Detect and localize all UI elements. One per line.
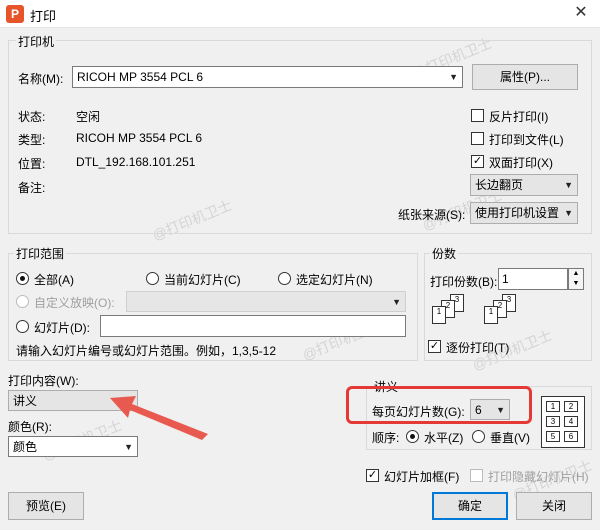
- preview-cell: 1: [546, 401, 560, 412]
- preview-cell: 2: [564, 401, 578, 412]
- close-button[interactable]: 关闭: [516, 492, 592, 520]
- preview-cell: 5: [546, 431, 560, 442]
- custom-show-select[interactable]: ▼: [126, 291, 406, 312]
- reverse-print-checkbox[interactable]: [471, 109, 484, 122]
- range-hint: 请输入幻灯片编号或幻灯片范围。例如，1,3,5-12: [16, 344, 277, 358]
- type-label: 类型:: [18, 133, 46, 147]
- title-bar: P 打印 ✕: [0, 0, 600, 28]
- order-label: 顺序:: [372, 431, 400, 445]
- per-page-value: 6: [475, 403, 482, 417]
- page-icon: 1: [432, 306, 446, 324]
- chevron-down-icon: ▼: [449, 72, 458, 82]
- color-value: 颜色: [13, 440, 38, 454]
- wps-app-icon: P: [6, 5, 24, 23]
- location-label: 位置:: [18, 157, 46, 171]
- printer-name-value: RICOH MP 3554 PCL 6: [77, 70, 204, 84]
- duplex-checkbox[interactable]: ✓: [471, 155, 484, 168]
- window-title: 打印: [30, 9, 57, 24]
- print-to-file-checkbox[interactable]: [471, 132, 484, 145]
- handout-layout-preview: 1 2 3 4 5 6: [541, 396, 585, 448]
- collate-icon: 3 2 1: [482, 294, 526, 328]
- copies-spinner[interactable]: ▲ ▼: [568, 268, 584, 290]
- paper-source-label: 纸张来源(S):: [398, 208, 466, 222]
- preview-cell: 6: [564, 431, 578, 442]
- per-page-select[interactable]: 6 ▼: [470, 399, 510, 420]
- copies-count-input[interactable]: 1: [498, 268, 568, 290]
- slide-frame-checkbox[interactable]: ✓: [366, 469, 379, 482]
- range-selected-label: 选定幻灯片(N): [296, 273, 373, 287]
- preview-cell: 3: [546, 416, 560, 427]
- range-all-radio[interactable]: [16, 272, 29, 285]
- paper-source-select[interactable]: 使用打印机设置 ▼: [470, 202, 578, 224]
- duplex-label: 双面打印(X): [489, 156, 553, 170]
- order-horizontal-radio[interactable]: [406, 430, 419, 443]
- slides-range-input[interactable]: [100, 315, 406, 337]
- range-selected-radio[interactable]: [278, 272, 291, 285]
- range-current-radio[interactable]: [146, 272, 159, 285]
- comment-label: 备注:: [18, 181, 46, 195]
- slide-frame-label: 幻灯片加框(F): [384, 470, 460, 484]
- close-window-icon[interactable]: ✕: [566, 1, 596, 25]
- paper-source-value: 使用打印机设置: [475, 206, 560, 220]
- print-hidden-checkbox[interactable]: [470, 469, 483, 482]
- print-hidden-label: 打印隐藏幻灯片(H): [488, 470, 589, 484]
- color-label: 颜色(R):: [8, 420, 52, 434]
- range-slides-label: 幻灯片(D):: [34, 321, 90, 335]
- order-vertical-label: 垂直(V): [490, 431, 530, 445]
- flip-select[interactable]: 长边翻页 ▼: [470, 174, 578, 196]
- printer-name-label: 名称(M):: [18, 72, 64, 86]
- print-range-section-label: 打印范围: [14, 245, 67, 262]
- page-icon: 1: [484, 306, 498, 324]
- print-content-label: 打印内容(W):: [8, 374, 79, 388]
- range-current-label: 当前幻灯片(C): [164, 273, 241, 287]
- copies-count-label: 打印份数(B):: [430, 275, 498, 289]
- annotation-arrow: [110, 396, 208, 440]
- printer-name-select[interactable]: RICOH MP 3554 PCL 6 ▼: [72, 66, 463, 88]
- print-to-file-label: 打印到文件(L): [489, 133, 564, 147]
- order-horizontal-label: 水平(Z): [424, 431, 464, 445]
- range-slides-radio[interactable]: [16, 320, 29, 333]
- custom-show-label: 自定义放映(O):: [34, 296, 115, 310]
- per-page-label: 每页幻灯片数(G):: [372, 405, 465, 419]
- collate-icon: 3 2 1: [430, 294, 474, 328]
- preview-cell: 4: [564, 416, 578, 427]
- ok-button[interactable]: 确定: [432, 492, 508, 520]
- status-value: 空闲: [76, 110, 101, 124]
- printer-properties-button[interactable]: 属性(P)...: [472, 64, 578, 90]
- chevron-down-icon: ▼: [496, 405, 505, 415]
- copies-section-label: 份数: [430, 245, 459, 262]
- chevron-down-icon: ▼: [392, 297, 401, 307]
- print-content-value: 讲义: [13, 394, 38, 408]
- custom-show-radio[interactable]: [16, 295, 29, 308]
- location-value: DTL_192.168.101.251: [76, 155, 196, 169]
- flip-value: 长边翻页: [475, 178, 524, 192]
- collate-label: 逐份打印(T): [446, 341, 510, 355]
- chevron-down-icon: ▼: [564, 208, 573, 218]
- order-vertical-radio[interactable]: [472, 430, 485, 443]
- annotation-arrow-shape: [110, 396, 208, 440]
- chevron-down-icon: ▼: [564, 180, 573, 190]
- printer-section-label: 打印机: [16, 33, 57, 50]
- collate-checkbox[interactable]: ✓: [428, 340, 441, 353]
- reverse-print-label: 反片打印(I): [489, 110, 549, 124]
- type-value: RICOH MP 3554 PCL 6: [76, 131, 203, 145]
- preview-button[interactable]: 预览(E): [8, 492, 84, 520]
- range-all-label: 全部(A): [34, 273, 74, 287]
- status-label: 状态:: [18, 110, 46, 124]
